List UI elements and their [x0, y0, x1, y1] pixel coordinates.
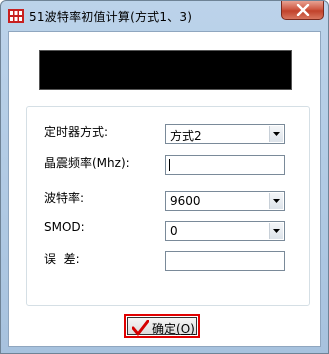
checkmark-icon — [132, 320, 149, 336]
baud-rate-dropdown-button[interactable] — [269, 193, 283, 209]
chevron-down-icon — [273, 199, 280, 203]
baud-rate-label: 波特率: — [44, 191, 85, 205]
chevron-down-icon — [273, 132, 280, 136]
dialog-client-area: 定时器方式: 方式2 晶震频率(Mhz): 波特率: 9600 SMOD: 0 … — [8, 31, 321, 347]
ok-button[interactable]: 确定(O) — [124, 314, 200, 338]
smod-label: SMOD: — [44, 220, 85, 234]
timer-mode-select[interactable]: 方式2 — [165, 124, 285, 144]
crystal-frequency-input[interactable] — [165, 155, 285, 175]
smod-select[interactable]: 0 — [165, 221, 285, 241]
app-logo-icon — [8, 8, 24, 24]
title-bar[interactable]: 51波特率初值计算(方式1、3) — [1, 1, 328, 30]
ok-button-face[interactable]: 确定(O) — [127, 317, 197, 336]
window-title: 51波特率初值计算(方式1、3) — [29, 10, 193, 24]
baud-rate-value: 9600 — [170, 194, 201, 208]
smod-dropdown-button[interactable] — [269, 223, 283, 239]
smod-value: 0 — [170, 224, 178, 238]
baud-rate-select[interactable]: 9600 — [165, 191, 285, 211]
crystal-frequency-label: 晶震频率(Mhz): — [44, 156, 130, 170]
dialog-window: 51波特率初值计算(方式1、3) 定时器方式: 方式2 晶震频率(Mhz): 波… — [0, 0, 329, 354]
result-display — [39, 50, 292, 90]
chevron-down-icon — [273, 229, 280, 233]
timer-mode-value: 方式2 — [170, 129, 202, 143]
error-label: 误 差: — [44, 252, 80, 266]
close-button[interactable] — [281, 1, 324, 20]
parameters-group: 定时器方式: 方式2 晶震频率(Mhz): 波特率: 9600 SMOD: 0 … — [26, 106, 310, 306]
text-caret — [169, 159, 170, 171]
timer-mode-label: 定时器方式: — [44, 125, 109, 139]
close-icon — [296, 4, 310, 16]
ok-button-label: 确定(O) — [152, 322, 195, 336]
timer-mode-dropdown-button[interactable] — [269, 126, 283, 142]
error-output-field — [165, 251, 285, 271]
